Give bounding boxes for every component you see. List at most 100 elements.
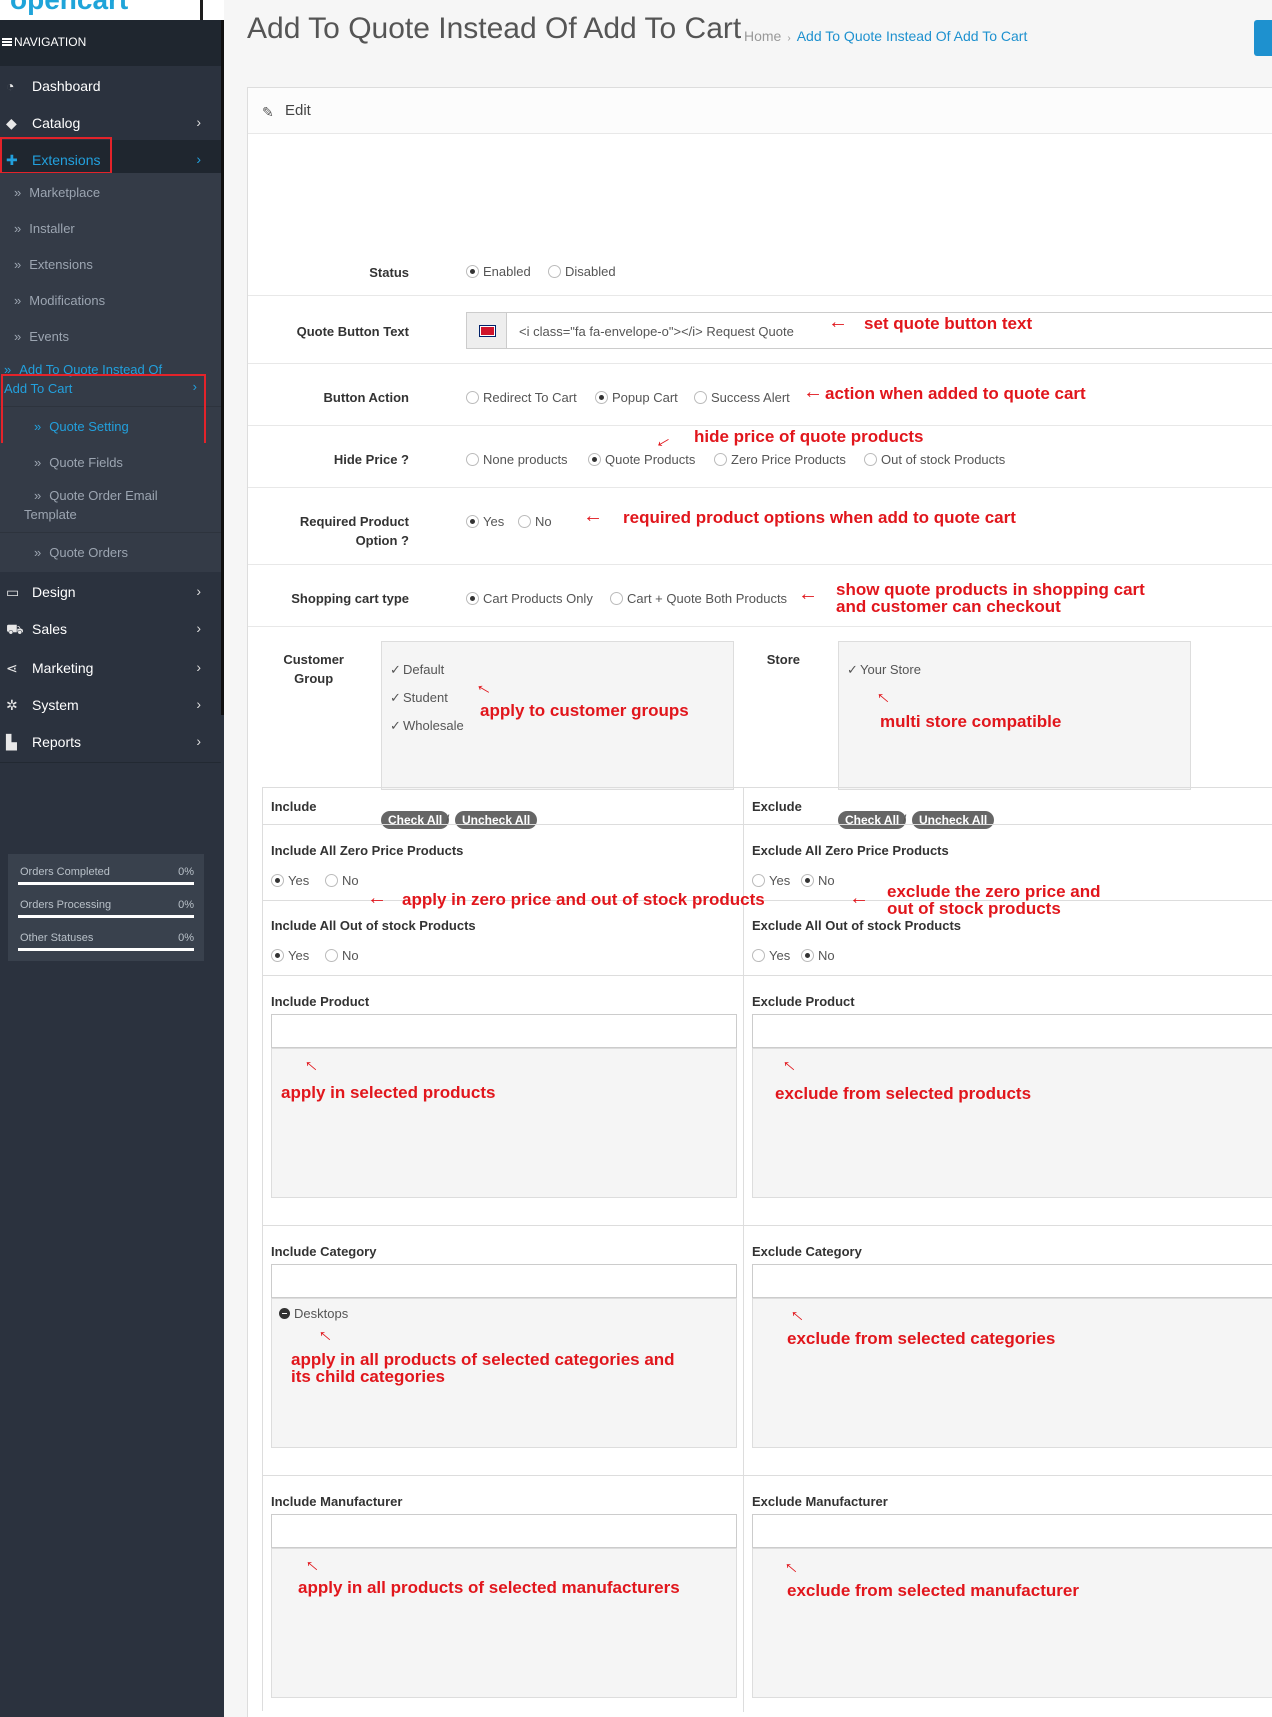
chevron-right-icon: › [196, 583, 201, 599]
success-alert-radio[interactable]: Success Alert [694, 390, 790, 405]
sidebar-subitem-events[interactable]: Events [0, 317, 221, 357]
exclude-manufacturer-list [752, 1548, 1272, 1698]
exclude-oos-label: Exclude All Out of stock Products [752, 918, 961, 933]
chevron-right-icon: › [196, 659, 201, 675]
customer-group-student-checkbox[interactable]: ✓ Student [390, 690, 448, 706]
flag-icon [467, 313, 507, 348]
include-oos-label: Include All Out of stock Products [271, 918, 476, 933]
exclude-product-label: Exclude Product [752, 994, 855, 1009]
exclude-product-list [752, 1048, 1272, 1198]
panel-heading: ✎ Edit [248, 88, 1272, 134]
arrow-icon: ← [803, 381, 823, 403]
sidebar-subitem-quote-orders[interactable]: Quote Orders [0, 533, 221, 573]
logo: opencart [0, 0, 203, 20]
exclude-category-list [752, 1298, 1272, 1448]
bar-chart-icon: ▙ [6, 734, 17, 750]
required-no-radio[interactable]: No [518, 514, 552, 529]
hide-price-label: Hide Price ? [333, 452, 409, 467]
exclude-header: Exclude [752, 799, 802, 814]
quote-products-radio[interactable]: Quote Products [588, 452, 695, 467]
category-desktops-item[interactable]: Desktops [279, 1306, 348, 1321]
page-title: Add To Quote Instead Of Add To Cart [247, 12, 742, 45]
sidebar-subitem-quote-fields[interactable]: Quote Fields [0, 443, 221, 483]
cart-products-only-radio[interactable]: Cart Products Only [466, 591, 593, 606]
cart-icon: ⛟ [6, 621, 24, 637]
dashboard-icon: ◔ [6, 78, 15, 94]
arrow-icon: ← [849, 887, 869, 909]
include-manufacturer-list [271, 1548, 737, 1698]
required-yes-radio[interactable]: Yes [466, 514, 504, 529]
share-icon: ⋖ [6, 660, 18, 676]
exclude-zero-no-radio[interactable]: No [801, 873, 835, 888]
exclude-zero-yes-radio[interactable]: Yes [752, 873, 790, 888]
sidebar-item-marketing[interactable]: ⋖ Marketing › [0, 648, 221, 689]
stat-orders-processing: Orders Processing 0% [18, 891, 194, 924]
exclude-manufacturer-input[interactable] [752, 1514, 1272, 1548]
sidebar: NAVIGATION ◔ Dashboard ◆ Catalog › ✚ Extensi… [0, 20, 224, 1717]
breadcrumb-current[interactable]: Add To Quote Instead Of Add To Cart [797, 28, 1028, 44]
store-your-store-checkbox[interactable]: ✓ Your Store [847, 662, 921, 678]
chevron-right-icon: › [196, 151, 201, 167]
status-enabled-radio[interactable]: Enabled [466, 264, 531, 279]
include-zero-no-radio[interactable]: No [325, 873, 359, 888]
sidebar-subitem-installer[interactable]: Installer [0, 209, 221, 249]
quote-button-text-label: Quote Button Text [296, 324, 409, 339]
tag-icon: ◆ [6, 115, 17, 131]
nav-header[interactable]: NAVIGATION [0, 20, 221, 66]
exclude-zero-label: Exclude All Zero Price Products [752, 843, 949, 858]
main-content: Add To Quote Instead Of Add To Cart Home… [224, 0, 1272, 1717]
highlight-box [0, 137, 112, 174]
sidebar-item-system[interactable]: ✲ System › [0, 685, 221, 726]
save-button[interactable] [1254, 20, 1272, 56]
stat-orders-completed: Orders Completed 0% [18, 858, 194, 891]
redirect-to-cart-radio[interactable]: Redirect To Cart [466, 390, 577, 405]
pencil-icon: ✎ [262, 104, 274, 120]
zero-price-products-radio[interactable]: Zero Price Products [714, 452, 846, 467]
arrow-icon: ← [367, 887, 387, 909]
sidebar-subitem-email-template[interactable]: Quote Order Email Template [0, 479, 221, 533]
customer-group-wholesale-checkbox[interactable]: ✓ Wholesale [390, 718, 464, 734]
popup-cart-radio[interactable]: Popup Cart [595, 390, 678, 405]
include-category-input[interactable] [271, 1264, 737, 1298]
exclude-category-label: Exclude Category [752, 1244, 862, 1259]
exclude-category-input[interactable] [752, 1264, 1272, 1298]
include-zero-yes-radio[interactable]: Yes [271, 873, 309, 888]
cart-quote-both-radio[interactable]: Cart + Quote Both Products [610, 591, 787, 606]
sidebar-item-sales[interactable]: ⛟ Sales › [0, 609, 221, 650]
include-product-list [271, 1048, 737, 1198]
customer-group-default-checkbox[interactable]: ✓ Default [390, 662, 444, 678]
include-product-label: Include Product [271, 994, 370, 1009]
sidebar-item-reports[interactable]: ▙ Reports › [0, 722, 221, 763]
exclude-oos-no-radio[interactable]: No [801, 948, 835, 963]
arrow-icon: ← [798, 583, 818, 605]
include-manufacturer-input[interactable] [271, 1514, 737, 1548]
include-header: Include [271, 799, 317, 814]
include-category-label: Include Category [271, 1244, 377, 1259]
menu-icon [2, 38, 12, 46]
breadcrumb-home[interactable]: Home [744, 28, 781, 44]
chevron-right-icon: › [196, 733, 201, 749]
sidebar-item-design[interactable]: ▭ Design › [0, 572, 221, 613]
include-product-input[interactable] [271, 1014, 737, 1048]
exclude-oos-yes-radio[interactable]: Yes [752, 948, 790, 963]
edit-panel: ✎ Edit Status Enabled Disabled Quote Butt… [247, 87, 1272, 1717]
out-of-stock-products-radio[interactable]: Out of stock Products [864, 452, 1005, 467]
include-zero-label: Include All Zero Price Products [271, 843, 464, 858]
status-disabled-radio[interactable]: Disabled [548, 264, 616, 279]
include-oos-no-radio[interactable]: No [325, 948, 359, 963]
sidebar-subitem-modifications[interactable]: Modifications [0, 281, 221, 321]
exclude-manufacturer-label: Exclude Manufacturer [752, 1494, 888, 1509]
sidebar-item-dashboard[interactable]: ◔ Dashboard [0, 66, 221, 107]
sidebar-subitem-marketplace[interactable]: Marketplace [0, 173, 221, 213]
include-oos-yes-radio[interactable]: Yes [271, 948, 309, 963]
order-stats: Orders Completed 0% Orders Processing 0% O… [8, 854, 204, 961]
minus-circle-icon[interactable] [279, 1308, 290, 1319]
exclude-product-input[interactable] [752, 1014, 1272, 1048]
stat-other-statuses: Other Statuses 0% [18, 924, 194, 957]
chevron-right-icon: › [196, 620, 201, 636]
store-label: Store [766, 652, 800, 667]
status-label: Status [369, 265, 409, 280]
sidebar-subitem-extensions[interactable]: Extensions [0, 245, 221, 285]
required-option-label: Required Product Option ? [299, 514, 409, 548]
none-products-radio[interactable]: None products [466, 452, 568, 467]
